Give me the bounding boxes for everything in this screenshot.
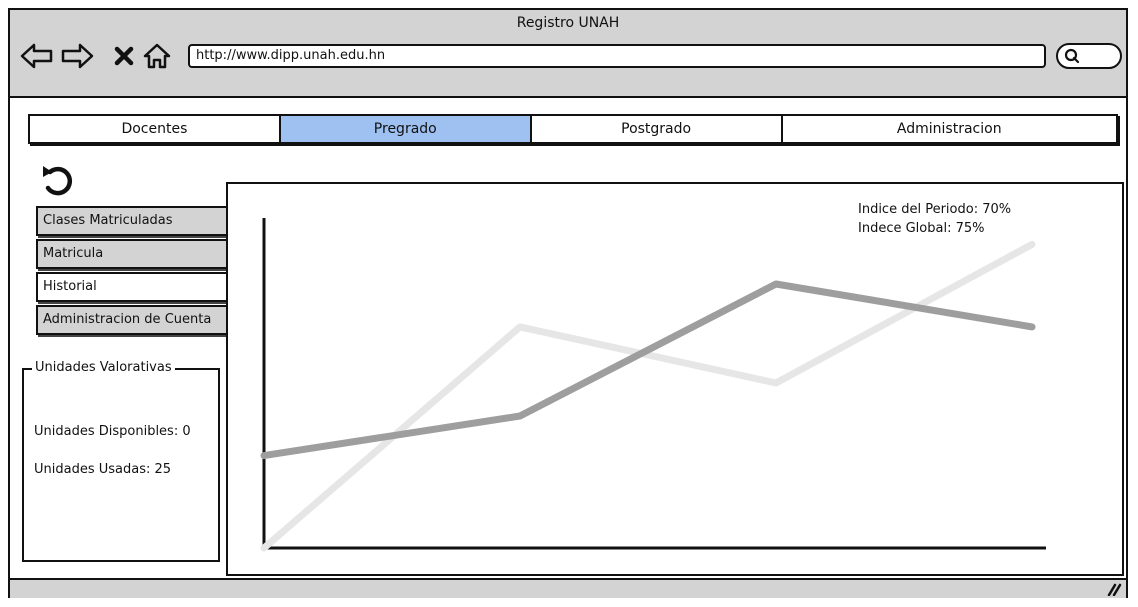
units-used: Unidades Usadas: 25 [34, 462, 172, 477]
series-line-1 [260, 280, 1036, 460]
period-index-label: Indice del Periodo: 70% [858, 202, 1012, 217]
url-input[interactable]: http://www.dipp.unah.edu.hn [188, 44, 1046, 68]
tab-administracion[interactable]: Administracion [783, 116, 1116, 142]
home-icon[interactable] [142, 43, 172, 69]
chart-panel: Indice del Periodo: 70% Indece Global: 7… [226, 182, 1124, 576]
line-chart [260, 218, 1046, 552]
window-title: Registro UNAH [516, 15, 620, 31]
search-box[interactable] [1056, 43, 1122, 69]
status-bar [10, 578, 1126, 598]
resize-grip-icon[interactable] [1106, 582, 1122, 596]
units-panel: Unidades Valorativas Unidades Disponible… [22, 360, 220, 562]
units-available: Unidades Disponibles: 0 [34, 424, 191, 439]
sidebar-item-matricula[interactable]: Matricula [36, 239, 228, 269]
series-line-2 [260, 240, 1036, 552]
tab-docentes[interactable]: Docentes [30, 116, 281, 142]
close-icon[interactable] [114, 43, 134, 69]
forward-arrow-icon[interactable] [60, 43, 94, 69]
sidebar-item-historial[interactable]: Historial [36, 272, 228, 302]
browser-window: Registro UNAH http://www.dipp.unah.edu.h… [8, 8, 1128, 598]
sidebar-item-clases-matriculadas[interactable]: Clases Matriculadas [36, 206, 228, 236]
units-legend: Unidades Valorativas [32, 360, 175, 375]
chart-annotations: Indice del Periodo: 70% Indece Global: 7… [858, 200, 1011, 238]
sidebar-item-administracion-de-cuenta[interactable]: Administracion de Cuenta [36, 305, 228, 335]
title-bar: Registro UNAH http://www.dipp.unah.edu.h… [10, 10, 1126, 98]
global-index-label: Indece Global: 75% [858, 221, 985, 236]
main-tabs: Docentes Pregrado Postgrado Administraci… [28, 114, 1118, 144]
back-arrow-icon[interactable] [20, 43, 54, 69]
search-icon [1064, 48, 1080, 64]
tab-postgrado[interactable]: Postgrado [532, 116, 783, 142]
refresh-icon[interactable] [38, 160, 78, 200]
tab-pregrado[interactable]: Pregrado [280, 116, 532, 142]
